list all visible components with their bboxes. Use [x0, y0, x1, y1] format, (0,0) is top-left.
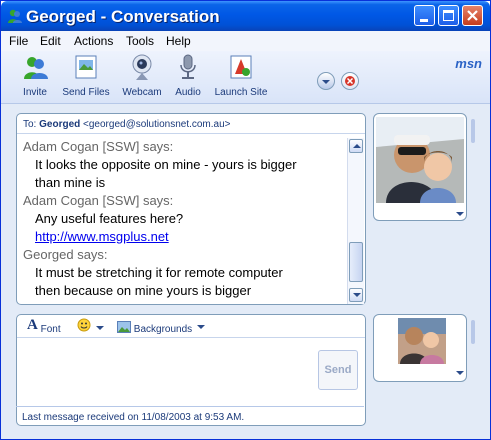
message-line: It looks the opposite on mine - yours is… [35, 157, 297, 172]
chevron-down-icon [322, 80, 330, 84]
microphone-icon [180, 54, 196, 79]
chevron-up-icon [353, 144, 361, 148]
scroll-down-button[interactable] [349, 288, 363, 302]
menu-edit[interactable]: Edit [40, 34, 61, 48]
chevron-down-icon[interactable] [456, 212, 464, 216]
send-files-button[interactable]: Send Files [61, 53, 111, 98]
backgrounds-label: Backgrounds [133, 324, 193, 335]
minimize-icon [420, 19, 428, 22]
title-bar[interactable]: Georged - Conversation [1, 1, 490, 31]
to-label: To: [23, 119, 37, 130]
message-input[interactable] [21, 340, 313, 404]
webcam-icon [132, 54, 152, 80]
send-files-icon [75, 55, 97, 79]
status-text: Last message received on 11/08/2003 at 9… [22, 412, 245, 423]
menu-actions[interactable]: Actions [74, 34, 113, 48]
invite-icon [24, 57, 48, 79]
window-title: Georged - Conversation [26, 7, 220, 26]
my-display-picture-frame[interactable] [373, 314, 467, 382]
font-button[interactable]: A Font [27, 317, 61, 337]
menu-tools[interactable]: Tools [126, 34, 154, 48]
menu-file[interactable]: File [9, 34, 28, 48]
conversation-window: Georged - Conversation File Edit Actions… [0, 0, 491, 440]
contact-display-picture-frame[interactable] [373, 113, 467, 221]
send-button[interactable]: Send [318, 350, 358, 390]
message-sender: Georged says: [23, 247, 108, 262]
to-bar: To: Georged <georged@solutionsnet.com.au… [17, 114, 365, 134]
contact-photo [376, 117, 464, 203]
launch-site-label: Launch Site [214, 87, 268, 98]
audio-label: Audio [175, 87, 201, 98]
message-sender: Adam Cogan [SSW] says: [23, 193, 174, 208]
emoticon-button[interactable] [77, 318, 104, 337]
menu-help[interactable]: Help [166, 34, 191, 48]
menu-bar: File Edit Actions Tools Help [1, 31, 490, 51]
collapse-handle[interactable] [471, 119, 475, 143]
maximize-button[interactable] [438, 5, 459, 26]
smiley-icon [77, 318, 91, 332]
maximize-icon [443, 10, 454, 21]
webcam-button[interactable]: Webcam [120, 53, 164, 98]
webcam-label: Webcam [122, 87, 162, 98]
invite-button[interactable]: Invite [17, 53, 53, 98]
block-icon [345, 76, 355, 86]
recipient-name: Georged [39, 119, 81, 130]
close-button[interactable] [462, 5, 483, 26]
font-label: Font [40, 324, 61, 335]
invite-label: Invite [23, 87, 47, 98]
scroll-thumb[interactable] [349, 242, 363, 282]
my-photo [398, 318, 446, 364]
toolbar-more-button[interactable] [317, 72, 335, 90]
minimize-button[interactable] [414, 5, 435, 26]
message-history[interactable]: Adam Cogan [SSW] says: It looks the oppo… [23, 138, 346, 306]
status-bar: Last message received on 11/08/2003 at 9… [16, 406, 364, 426]
msn-logo: msn [455, 56, 482, 71]
launch-site-icon [230, 55, 252, 79]
scroll-up-button[interactable] [349, 139, 363, 153]
chevron-down-icon [196, 325, 205, 329]
message-line: It must be stretching it for remote comp… [35, 265, 283, 280]
message-link[interactable]: http://www.msgplus.net [23, 228, 346, 246]
close-icon [467, 10, 478, 21]
send-files-label: Send Files [62, 87, 110, 98]
message-line: than mine is [35, 175, 106, 190]
recipient-email: <georged@solutionsnet.com.au> [83, 119, 231, 130]
collapse-handle[interactable] [471, 320, 475, 344]
chevron-down-icon [353, 293, 361, 297]
launch-site-button[interactable]: Launch Site [213, 53, 269, 98]
audio-button[interactable]: Audio [171, 53, 205, 98]
format-bar: A Font Backgrounds [17, 315, 365, 338]
message-sender: Adam Cogan [SSW] says: [23, 139, 174, 154]
message-line: Any useful features here? [35, 211, 184, 226]
message-line: then because on mine yours is bigger [35, 283, 252, 298]
backgrounds-icon [117, 321, 131, 333]
toolbar: Invite Send Files Webcam Audio Launch Si… [1, 51, 490, 104]
conversation-panel: To: Georged <georged@solutionsnet.com.au… [16, 113, 366, 305]
chevron-down-icon [95, 326, 104, 330]
backgrounds-button[interactable]: Backgrounds [117, 320, 205, 335]
chevron-down-icon[interactable] [456, 371, 464, 375]
block-button[interactable] [341, 72, 359, 90]
message-scrollbar[interactable] [347, 138, 364, 304]
font-icon: A [27, 317, 38, 333]
msn-buddy-icon [8, 9, 22, 23]
